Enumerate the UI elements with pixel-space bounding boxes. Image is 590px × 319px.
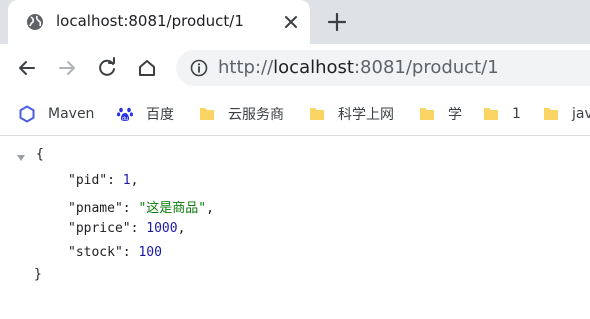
json-viewer: { "pid": 1, "pname": "这是商品", "pprice": 1… (0, 137, 590, 319)
globe-icon (27, 14, 43, 30)
json-comma: , (177, 221, 186, 236)
json-key: "pprice" (68, 221, 131, 236)
folder-icon (420, 108, 434, 120)
json-value: 1000 (146, 221, 178, 236)
json-value: 100 (138, 245, 162, 260)
browser-tab[interactable]: localhost:8081/product/1 (8, 0, 310, 44)
bookmark-label: java (572, 106, 590, 122)
json-colon: : (122, 245, 139, 260)
maven-hexagon-icon (19, 105, 35, 123)
folder-icon (310, 108, 324, 120)
close-tab-icon[interactable] (282, 13, 300, 31)
bookmark-folder-1[interactable]: 1 (482, 103, 521, 125)
bookmark-baidu[interactable]: du 百度 (116, 103, 174, 125)
tab-strip: localhost:8081/product/1 (0, 0, 590, 44)
back-arrow-icon[interactable] (16, 57, 38, 79)
bookmark-label: Maven (48, 106, 95, 122)
home-icon[interactable] (136, 57, 158, 79)
bookmark-folder-java[interactable]: java (542, 103, 590, 125)
bookmark-folder-cloud[interactable]: 云服务商 (198, 103, 284, 125)
url-text[interactable]: http://localhost:8081/product/1 (218, 57, 499, 78)
site-info-icon[interactable] (190, 59, 208, 77)
json-close-brace: } (34, 267, 42, 282)
bookmarks-bar: Maven du 百度 云服务商 科学上网 学 1 jav (0, 92, 590, 136)
json-colon: : (130, 221, 147, 236)
url-path: :8081/product/1 (353, 57, 499, 78)
json-value: 1 (122, 173, 131, 188)
collapse-toggle-icon[interactable] (16, 153, 26, 163)
reload-icon[interactable] (96, 57, 118, 79)
url-scheme: http:// (218, 57, 274, 78)
json-entry: "pprice": 1000, (68, 221, 185, 236)
json-comma: , (130, 173, 139, 188)
forward-arrow-icon[interactable] (56, 57, 78, 79)
json-key: "pname" (68, 201, 123, 216)
bookmark-label: 科学上网 (338, 107, 394, 123)
folder-icon (200, 108, 214, 120)
json-colon: : (122, 201, 139, 216)
json-entry: "stock": 100 (68, 245, 162, 260)
new-tab-icon[interactable] (326, 11, 348, 33)
bookmark-label: 云服务商 (228, 107, 284, 123)
json-key: "pid" (68, 173, 108, 188)
bookmark-maven[interactable]: Maven (18, 103, 94, 125)
url-host: localhost (273, 57, 354, 78)
folder-icon (544, 108, 558, 120)
baidu-paw-icon: du (117, 107, 133, 122)
json-colon: : (107, 173, 123, 188)
bookmark-label: 学 (448, 107, 462, 123)
bookmark-folder-science[interactable]: 科学上网 (308, 103, 394, 125)
bookmark-folder-study[interactable]: 学 (418, 103, 462, 125)
json-entry: "pid": 1, (68, 173, 138, 188)
json-entry: "pname": "这是商品", (68, 197, 214, 216)
bookmark-label: 1 (512, 106, 521, 122)
json-comma: , (206, 201, 214, 216)
browser-toolbar: http://localhost:8081/product/1 (0, 44, 590, 92)
json-value: "这是商品" (138, 201, 207, 216)
json-open-brace: { (36, 147, 44, 162)
svg-text:du: du (122, 116, 128, 122)
json-key: "stock" (68, 245, 123, 260)
bookmark-label: 百度 (146, 107, 174, 123)
folder-icon (484, 108, 498, 120)
tab-title: localhost:8081/product/1 (56, 12, 244, 30)
address-bar[interactable]: http://localhost:8081/product/1 (176, 50, 590, 86)
